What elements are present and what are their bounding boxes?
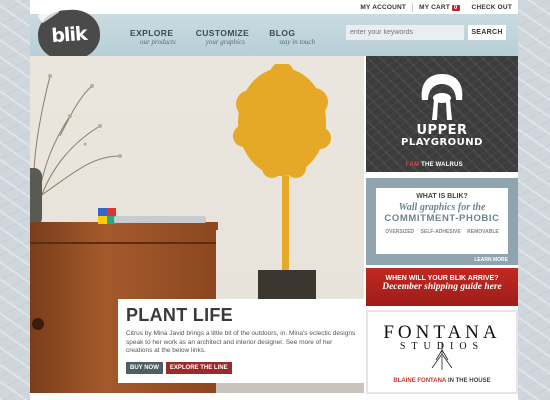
vase xyxy=(30,168,42,226)
branches-illustration xyxy=(33,74,122,217)
nav-customize[interactable]: CUSTOMIZE your graphics xyxy=(196,28,250,46)
shipping-question: WHEN WILL YOUR BLIK ARRIVE? xyxy=(385,275,499,282)
hero-title: PLANT LIFE xyxy=(126,305,233,325)
my-account-link[interactable]: MY ACCOUNT xyxy=(354,4,412,11)
fontana-studios-promo[interactable]: FONTANA STUDIOS BLAINE FONTANA IN THE HO… xyxy=(366,310,518,394)
fontana-artist: BLAINE FONTANA xyxy=(393,378,447,384)
explore-line-button[interactable]: EXPLORE THE LINE xyxy=(165,361,232,374)
nav-explore-sub: our products xyxy=(140,38,176,46)
nav-explore-label: EXPLORE xyxy=(130,28,174,38)
checkout-link[interactable]: CHECK OUT xyxy=(466,4,518,11)
search-input[interactable] xyxy=(346,25,464,40)
cart-count-badge: 0 xyxy=(452,4,460,11)
footer-text: THE WALRUS xyxy=(421,162,463,168)
nav-blog-sub: stay in touch xyxy=(279,38,316,46)
main-nav: EXPLORE our products CUSTOMIZE your grap… xyxy=(130,28,315,46)
what-is-blik-question: WHAT IS BLIK? xyxy=(416,193,468,200)
upper-playground-line1: UPPER xyxy=(416,123,468,138)
upper-playground-footer: I AM THE WALRUS xyxy=(406,162,463,168)
upper-playground-promo[interactable]: UPPER PLAYGROUND I AM THE WALRUS xyxy=(366,56,518,172)
shipping-guide-link[interactable]: December shipping guide here xyxy=(366,282,518,292)
what-is-blik-box: WHAT IS BLIK? Wall graphics for the COMM… xyxy=(376,188,508,254)
site-header: blik EXPLORE our products CUSTOMIZE your… xyxy=(30,4,518,63)
dresser-edge xyxy=(30,242,216,244)
upper-playground-line2: PLAYGROUND xyxy=(401,137,483,148)
tree-decal-stem xyxy=(282,176,289,272)
shipping-promo[interactable]: WHEN WILL YOUR BLIK ARRIVE? December shi… xyxy=(366,268,518,306)
what-is-blik-tagline2: COMMITMENT-PHOBIC xyxy=(384,213,500,224)
learn-more-link[interactable]: LEARN MORE xyxy=(474,257,508,263)
tree-decal-crown xyxy=(233,64,331,178)
nav-customize-sub: your graphics xyxy=(205,38,245,46)
fontana-footer-text: IN THE HOUSE xyxy=(447,378,491,384)
dresser-knob xyxy=(32,318,44,330)
nav-customize-label: CUSTOMIZE xyxy=(195,28,250,38)
my-cart-label: MY CART xyxy=(419,3,450,11)
tag-removable: REMOVABLE xyxy=(467,229,499,235)
what-is-blik-promo[interactable]: WHAT IS BLIK? Wall graphics for the COMM… xyxy=(366,178,518,265)
fontana-footer: BLAINE FONTANA IN THE HOUSE xyxy=(368,378,516,384)
roots-illustration xyxy=(431,342,453,370)
hero-caption: PLANT LIFE Citrus by Mina Javid brings a… xyxy=(118,299,368,383)
logo-text: blik xyxy=(50,22,88,48)
tape-decoration xyxy=(37,4,60,24)
blik-logo[interactable]: blik xyxy=(36,4,102,63)
fontana-line1: FONTANA xyxy=(383,322,501,343)
nav-blog[interactable]: BLOG stay in touch xyxy=(269,28,315,46)
upper-playground-title: UPPER PLAYGROUND xyxy=(366,124,518,148)
utility-bar: MY ACCOUNT MY CART 0 CHECK OUT xyxy=(354,0,518,14)
walrus-icon xyxy=(421,74,463,120)
footer-prefix: I AM xyxy=(406,162,420,168)
page: MY ACCOUNT MY CART 0 CHECK OUT blik EXPLO… xyxy=(30,0,518,400)
search-button[interactable]: SEARCH xyxy=(468,25,506,40)
nav-blog-label: BLOG xyxy=(269,28,296,38)
my-cart-link[interactable]: MY CART 0 xyxy=(413,4,465,11)
hero-actions: BUY NOW EXPLORE THE LINE xyxy=(126,361,360,374)
tag-self-adhesive: SELF-ADHESIVE xyxy=(420,229,461,235)
tag-oversized: OVERSIZED xyxy=(385,229,415,235)
buy-now-button[interactable]: BUY NOW xyxy=(126,361,163,374)
nav-explore[interactable]: EXPLORE our products xyxy=(130,28,176,46)
laptop xyxy=(114,216,206,223)
hero-description: Citrus by Mina Javid brings a little bit… xyxy=(126,330,356,354)
feature-tags: OVERSIZED SELF-ADHESIVE REMOVABLE xyxy=(376,229,508,235)
what-is-blik-tagline1: Wall graphics for the xyxy=(398,202,486,213)
